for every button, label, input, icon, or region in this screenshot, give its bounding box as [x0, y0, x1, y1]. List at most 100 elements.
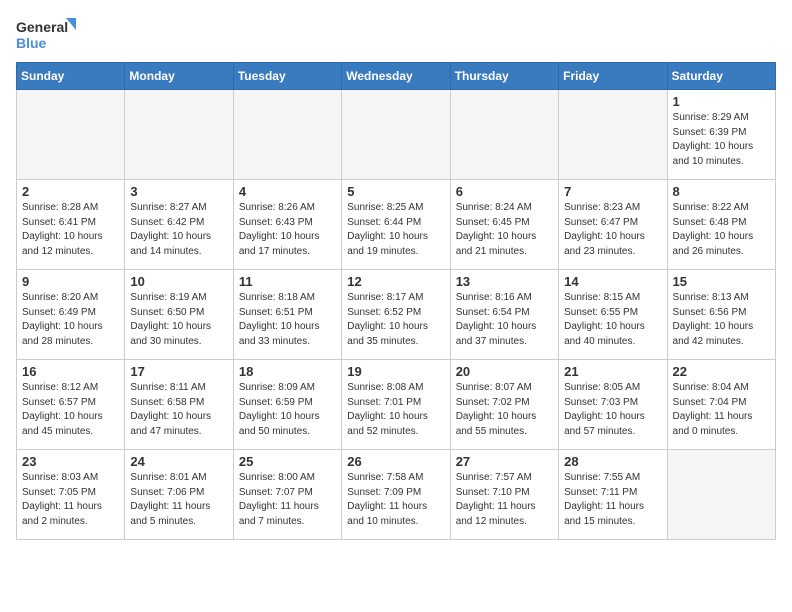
day-number: 11 [239, 274, 336, 289]
calendar-cell: 26 Sunrise: 7:58 AM Sunset: 7:09 PM Dayli… [342, 450, 450, 540]
calendar-cell: 8Sunrise: 8:22 AM Sunset: 6:48 PM Daylig… [667, 180, 775, 270]
calendar-cell [17, 90, 125, 180]
day-info: Sunrise: 8:17 AM Sunset: 6:52 PM Dayligh… [347, 291, 444, 349]
calendar-cell: 16 Sunrise: 8:12 AM Sunset: 6:57 PM Dayli… [17, 360, 125, 450]
calendar-cell: 22 Sunrise: 8:04 AM Sunset: 7:04 PM Dayli… [667, 360, 775, 450]
calendar-table: SundayMondayTuesdayWednesdayThursdayFrid… [16, 62, 776, 540]
day-number: 25 [239, 454, 336, 469]
day-info: Sunrise: 8:23 AM Sunset: 6:47 PM Dayligh… [564, 201, 661, 259]
day-number: 17 [130, 364, 227, 379]
day-number: 3 [130, 184, 227, 199]
calendar-cell: 19 Sunrise: 8:08 AM Sunset: 7:01 PM Dayli… [342, 360, 450, 450]
day-number: 21 [564, 364, 661, 379]
logo: General Blue [16, 16, 76, 52]
day-info: Sunrise: 8:24 AM Sunset: 6:45 PM Dayligh… [456, 201, 553, 259]
day-info: Sunrise: 7:57 AM Sunset: 7:10 PM Dayligh… [456, 471, 553, 529]
calendar-cell: 13 Sunrise: 8:16 AM Sunset: 6:54 PM Dayli… [450, 270, 558, 360]
calendar-cell: 1 Sunrise: 8:29 AM Sunset: 6:39 PM Daylig… [667, 90, 775, 180]
day-number: 23 [22, 454, 119, 469]
day-info: Sunrise: 8:04 AM Sunset: 7:04 PM Dayligh… [673, 381, 770, 439]
day-info: Sunrise: 8:08 AM Sunset: 7:01 PM Dayligh… [347, 381, 444, 439]
day-number: 10 [130, 274, 227, 289]
dow-header-wednesday: Wednesday [342, 63, 450, 90]
day-number: 18 [239, 364, 336, 379]
day-number: 16 [22, 364, 119, 379]
day-info: Sunrise: 8:27 AM Sunset: 6:42 PM Dayligh… [130, 201, 227, 259]
day-info: Sunrise: 7:55 AM Sunset: 7:11 PM Dayligh… [564, 471, 661, 529]
day-info: Sunrise: 8:13 AM Sunset: 6:56 PM Dayligh… [673, 291, 770, 349]
day-number: 4 [239, 184, 336, 199]
day-number: 1 [673, 94, 770, 109]
day-info: Sunrise: 8:07 AM Sunset: 7:02 PM Dayligh… [456, 381, 553, 439]
day-number: 26 [347, 454, 444, 469]
dow-header-thursday: Thursday [450, 63, 558, 90]
calendar-cell: 9 Sunrise: 8:20 AM Sunset: 6:49 PM Daylig… [17, 270, 125, 360]
day-info: Sunrise: 8:05 AM Sunset: 7:03 PM Dayligh… [564, 381, 661, 439]
day-number: 2 [22, 184, 119, 199]
day-info: Sunrise: 8:25 AM Sunset: 6:44 PM Dayligh… [347, 201, 444, 259]
day-number: 22 [673, 364, 770, 379]
day-info: Sunrise: 8:09 AM Sunset: 6:59 PM Dayligh… [239, 381, 336, 439]
day-number: 5 [347, 184, 444, 199]
calendar-cell: 21 Sunrise: 8:05 AM Sunset: 7:03 PM Dayli… [559, 360, 667, 450]
week-row-0: 1 Sunrise: 8:29 AM Sunset: 6:39 PM Daylig… [17, 90, 776, 180]
week-row-3: 16 Sunrise: 8:12 AM Sunset: 6:57 PM Dayli… [17, 360, 776, 450]
day-info: Sunrise: 8:29 AM Sunset: 6:39 PM Dayligh… [673, 111, 770, 169]
week-row-2: 9 Sunrise: 8:20 AM Sunset: 6:49 PM Daylig… [17, 270, 776, 360]
calendar-cell: 20 Sunrise: 8:07 AM Sunset: 7:02 PM Dayli… [450, 360, 558, 450]
day-number: 6 [456, 184, 553, 199]
day-number: 7 [564, 184, 661, 199]
svg-text:General: General [16, 19, 68, 35]
calendar-cell: 3 Sunrise: 8:27 AM Sunset: 6:42 PM Daylig… [125, 180, 233, 270]
calendar-cell [125, 90, 233, 180]
day-info: Sunrise: 8:16 AM Sunset: 6:54 PM Dayligh… [456, 291, 553, 349]
day-number: 24 [130, 454, 227, 469]
day-number: 19 [347, 364, 444, 379]
calendar-cell [450, 90, 558, 180]
day-info: Sunrise: 8:03 AM Sunset: 7:05 PM Dayligh… [22, 471, 119, 529]
calendar-cell: 10 Sunrise: 8:19 AM Sunset: 6:50 PM Dayli… [125, 270, 233, 360]
calendar-cell [342, 90, 450, 180]
day-info: Sunrise: 8:12 AM Sunset: 6:57 PM Dayligh… [22, 381, 119, 439]
day-info: Sunrise: 8:11 AM Sunset: 6:58 PM Dayligh… [130, 381, 227, 439]
day-info: Sunrise: 8:18 AM Sunset: 6:51 PM Dayligh… [239, 291, 336, 349]
calendar-cell: 14Sunrise: 8:15 AM Sunset: 6:55 PM Dayli… [559, 270, 667, 360]
day-number: 13 [456, 274, 553, 289]
page-header: General Blue [16, 16, 776, 52]
calendar-cell: 18 Sunrise: 8:09 AM Sunset: 6:59 PM Dayli… [233, 360, 341, 450]
day-info: Sunrise: 8:28 AM Sunset: 6:41 PM Dayligh… [22, 201, 119, 259]
day-info: Sunrise: 8:19 AM Sunset: 6:50 PM Dayligh… [130, 291, 227, 349]
dow-header-friday: Friday [559, 63, 667, 90]
day-info: Sunrise: 8:26 AM Sunset: 6:43 PM Dayligh… [239, 201, 336, 259]
day-info: Sunrise: 8:20 AM Sunset: 6:49 PM Dayligh… [22, 291, 119, 349]
calendar-cell: 2 Sunrise: 8:28 AM Sunset: 6:41 PM Daylig… [17, 180, 125, 270]
logo-svg: General Blue [16, 16, 76, 52]
calendar-cell [233, 90, 341, 180]
calendar-cell: 23 Sunrise: 8:03 AM Sunset: 7:05 PM Dayli… [17, 450, 125, 540]
calendar-cell [559, 90, 667, 180]
calendar-cell: 5 Sunrise: 8:25 AM Sunset: 6:44 PM Daylig… [342, 180, 450, 270]
day-info: Sunrise: 8:22 AM Sunset: 6:48 PM Dayligh… [673, 201, 770, 259]
calendar-cell: 4 Sunrise: 8:26 AM Sunset: 6:43 PM Daylig… [233, 180, 341, 270]
day-number: 9 [22, 274, 119, 289]
calendar-cell: 17 Sunrise: 8:11 AM Sunset: 6:58 PM Dayli… [125, 360, 233, 450]
day-number: 27 [456, 454, 553, 469]
svg-text:Blue: Blue [16, 35, 47, 51]
week-row-1: 2 Sunrise: 8:28 AM Sunset: 6:41 PM Daylig… [17, 180, 776, 270]
day-number: 12 [347, 274, 444, 289]
calendar-cell: 28Sunrise: 7:55 AM Sunset: 7:11 PM Dayli… [559, 450, 667, 540]
day-info: Sunrise: 8:01 AM Sunset: 7:06 PM Dayligh… [130, 471, 227, 529]
dow-header-saturday: Saturday [667, 63, 775, 90]
calendar-cell: 7 Sunrise: 8:23 AM Sunset: 6:47 PM Daylig… [559, 180, 667, 270]
day-number: 20 [456, 364, 553, 379]
days-of-week-row: SundayMondayTuesdayWednesdayThursdayFrid… [17, 63, 776, 90]
calendar-cell: 12 Sunrise: 8:17 AM Sunset: 6:52 PM Dayli… [342, 270, 450, 360]
calendar-cell: 11 Sunrise: 8:18 AM Sunset: 6:51 PM Dayli… [233, 270, 341, 360]
day-number: 14 [564, 274, 661, 289]
calendar-cell: 27 Sunrise: 7:57 AM Sunset: 7:10 PM Dayli… [450, 450, 558, 540]
day-info: Sunrise: 7:58 AM Sunset: 7:09 PM Dayligh… [347, 471, 444, 529]
dow-header-monday: Monday [125, 63, 233, 90]
dow-header-sunday: Sunday [17, 63, 125, 90]
calendar-cell: 6 Sunrise: 8:24 AM Sunset: 6:45 PM Daylig… [450, 180, 558, 270]
calendar-cell [667, 450, 775, 540]
